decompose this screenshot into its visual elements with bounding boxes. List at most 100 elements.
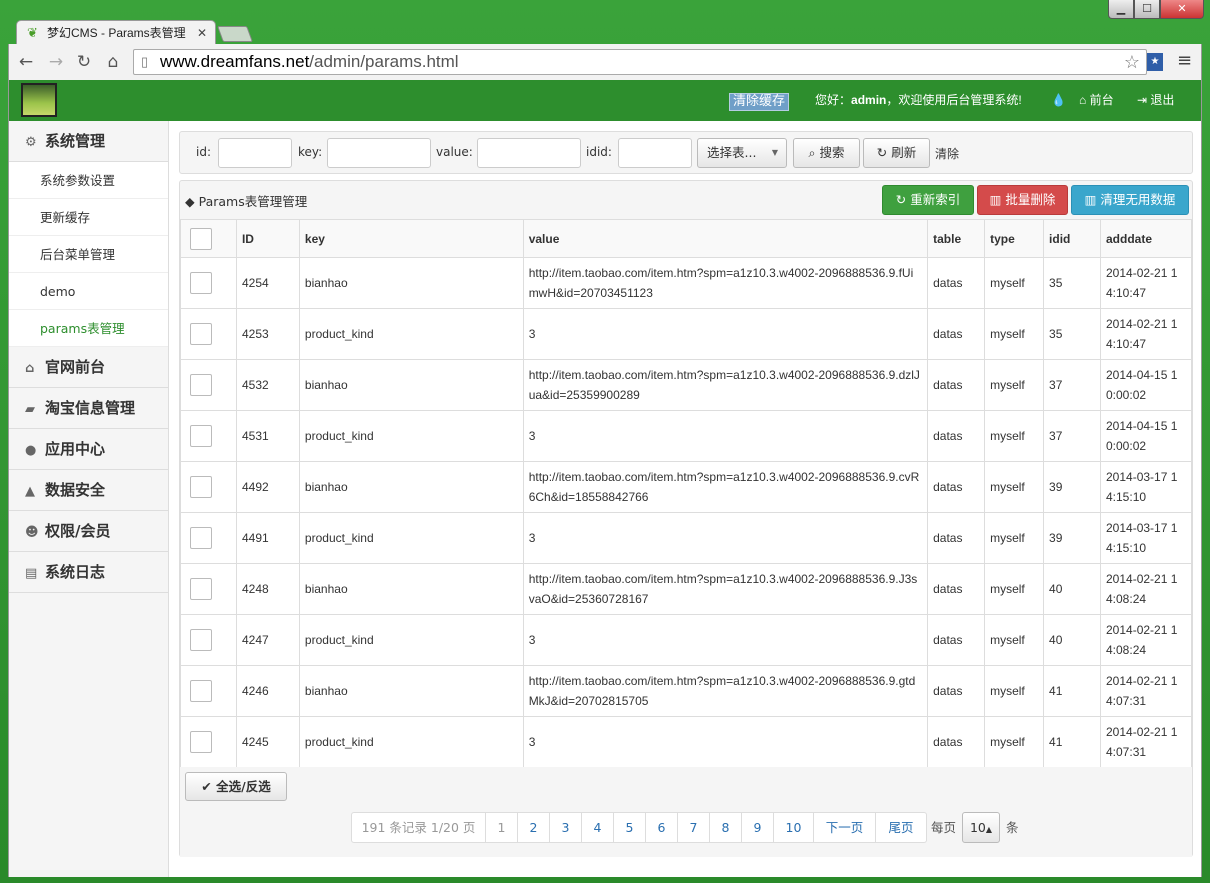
sidebar-group-label: 官网前台 [45,358,106,376]
refresh-button-label: 刷新 [891,145,917,160]
header-checkbox-cell [180,219,237,258]
page-link-9[interactable]: 9 [742,812,774,843]
table-row[interactable]: 4245 product_kind 3 datas myself 41 2014-02-21… [180,716,1192,768]
forward-arrow-icon[interactable]: → [45,52,67,72]
select-all-checkbox[interactable] [190,227,212,250]
logout-link[interactable]: ⇥ 退出 [1137,80,1174,121]
sidebar-group-security[interactable]: ▲ 数据安全 [9,470,168,511]
sidebar-item-params-table[interactable]: params表管理 [9,310,168,347]
row-checkbox[interactable] [190,629,212,651]
table-row[interactable]: 4532 bianhao http://item.taobao.com/item.h… [180,359,1192,411]
clear-link[interactable]: 清除 [935,145,959,162]
sidebar-group-system[interactable]: ⚙ 系统管理 [9,121,168,162]
row-checkbox[interactable] [190,527,212,549]
maximize-button[interactable]: ☐ [1134,0,1160,19]
address-bar[interactable]: ▯ www.dreamfans.net/admin/params.html ☆ [133,49,1147,75]
sidebar-item-menu-admin[interactable]: 后台菜单管理 [9,236,168,273]
sidebar-item-update-cache[interactable]: 更新缓存 [9,199,168,236]
minimize-button[interactable]: ▁ [1108,0,1134,19]
cleanup-button[interactable]: ▥ 清理无用数据 [1071,185,1189,215]
search-button[interactable]: ⌕ 搜索 [793,138,860,168]
sidebar-group-apps[interactable]: ● 应用中心 [9,429,168,470]
idid-input[interactable] [618,138,692,168]
row-checkbox[interactable] [190,476,212,498]
table-select[interactable]: 选择表... ▼ [697,138,787,168]
table-row[interactable]: 4247 product_kind 3 datas myself 40 2014-02-21… [180,614,1192,666]
logout-label: 退出 [1150,93,1175,107]
browser-tab-active[interactable]: ❦ 梦幻CMS - Params表管理 ✕ [16,20,216,45]
column-header[interactable]: table [927,219,986,258]
sidebar-item-demo[interactable]: demo [9,273,168,310]
id-input[interactable] [218,138,292,168]
row-checkbox[interactable] [190,323,212,345]
page-link-10[interactable]: 10 [774,812,814,843]
table-row[interactable]: 4531 product_kind 3 datas myself 37 2014-04-15… [180,410,1192,462]
column-header[interactable]: ID [235,219,300,258]
front-link[interactable]: ⌂ 前台 [1079,80,1114,121]
back-arrow-icon[interactable]: ← [15,52,37,72]
column-header[interactable]: idid [1043,219,1101,258]
cell-table: datas [927,461,986,513]
select-all-label: 全选/反选 [216,779,271,794]
page-link-7[interactable]: 7 [678,812,710,843]
column-header[interactable]: value [522,219,929,258]
next-page-link[interactable]: 下一页 [814,812,876,843]
page-link-6[interactable]: 6 [646,812,678,843]
refresh-icon: ↻ [895,192,907,207]
table-row[interactable]: 4254 bianhao http://item.taobao.com/item.h… [180,257,1192,309]
sidebar-group-taobao[interactable]: ▰ 淘宝信息管理 [9,388,168,429]
row-checkbox[interactable] [190,425,212,447]
sidebar-group-website[interactable]: ⌂ 官网前台 [9,347,168,388]
select-all-button[interactable]: ✔ 全选/反选 [185,772,287,801]
row-checkbox[interactable] [190,272,212,294]
value-input[interactable] [477,138,581,168]
close-tab-icon[interactable]: ✕ [197,21,207,45]
table-row[interactable]: 4253 product_kind 3 datas myself 35 2014-02-21… [180,308,1192,360]
new-tab-button[interactable] [217,26,253,42]
cell-type: myself [984,359,1045,411]
page-link-8[interactable]: 8 [710,812,742,843]
column-header[interactable]: type [984,219,1045,258]
key-input[interactable] [327,138,431,168]
row-checkbox[interactable] [190,374,212,396]
column-header[interactable]: adddate [1100,219,1192,258]
table-row[interactable]: 4248 bianhao http://item.taobao.com/item.h… [180,563,1192,615]
table-row[interactable]: 4246 bianhao http://item.taobao.com/item.h… [180,665,1192,717]
page-link-1[interactable]: 1 [486,812,518,843]
per-page-select[interactable]: 10▲ [962,812,1001,843]
reload-icon[interactable]: ↻ [73,52,95,72]
welcome-text: ，欢迎使用后台管理系统! [886,93,1022,107]
sidebar-group-permissions[interactable]: ☻ 权限/会员 [9,511,168,552]
theme-drop-icon[interactable]: 💧 [1051,80,1066,121]
row-checkbox[interactable] [190,578,212,600]
page-link-2[interactable]: 2 [518,812,550,843]
sidebar-group-logs[interactable]: ▤ 系统日志 [9,552,168,593]
cell-table: datas [927,359,986,411]
last-page-link[interactable]: 尾页 [876,812,927,843]
extension-icon[interactable]: ★ [1147,53,1163,71]
cell-adddate: 2014-04-15 10:00:02 [1100,359,1192,411]
browser-toolbar: ← → ↻ ⌂ ▯ www.dreamfans.net/admin/params… [8,44,1202,80]
table-row[interactable]: 4491 product_kind 3 datas myself 39 2014-03-17… [180,512,1192,564]
menu-icon[interactable]: ≡ [1177,50,1192,71]
bookmark-star-icon[interactable]: ☆ [1124,50,1140,74]
clear-cache-button[interactable]: 清除缓存 [729,93,790,111]
row-checkbox[interactable] [190,680,212,702]
column-header[interactable]: key [298,219,524,258]
cell-adddate: 2014-02-21 14:08:24 [1100,614,1192,666]
checkbox-cell [180,308,237,360]
sidebar-item-params-settings[interactable]: 系统参数设置 [9,162,168,199]
page-link-3[interactable]: 3 [550,812,582,843]
batch-delete-button[interactable]: ▥ 批量删除 [977,185,1068,215]
page-link-5[interactable]: 5 [614,812,646,843]
table-row[interactable]: 4492 bianhao http://item.taobao.com/item.h… [180,461,1192,513]
refresh-button[interactable]: ↻ 刷新 [863,138,930,168]
close-window-button[interactable]: ✕ [1160,0,1204,19]
home-icon: ⌂ [1079,93,1087,107]
row-checkbox[interactable] [190,731,212,753]
page-link-4[interactable]: 4 [582,812,614,843]
window-controls: ▁ ☐ ✕ [1108,0,1204,20]
home-icon[interactable]: ⌂ [102,52,124,72]
logo-image[interactable] [21,83,57,117]
reindex-button[interactable]: ↻ 重新索引 [882,185,974,215]
